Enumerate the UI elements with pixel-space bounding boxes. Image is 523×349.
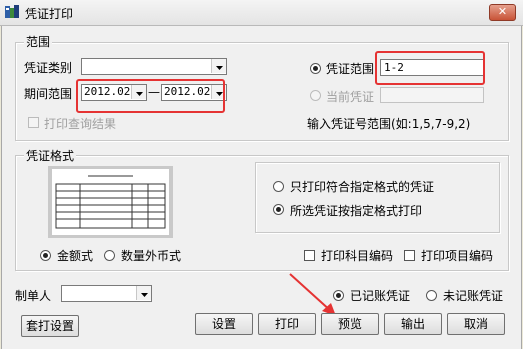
posted-label: 已记账凭证	[350, 289, 411, 303]
print-button[interactable]: 打印	[258, 313, 316, 335]
voucher-range-radio[interactable]	[310, 63, 321, 74]
print-query-result-label: 打印查询结果	[44, 117, 117, 131]
voucher-range-highlight-box	[375, 51, 485, 85]
current-voucher-input[interactable]	[380, 87, 484, 103]
period-range-label: 期间范围	[24, 87, 73, 101]
close-icon: ✕	[497, 5, 508, 18]
foreign-qty-style-radio[interactable]	[104, 250, 115, 261]
cancel-button[interactable]: 取消	[447, 313, 505, 335]
print-item-code-checkbox[interactable]	[404, 250, 415, 261]
app-icon	[4, 4, 20, 20]
window-title: 凭证打印	[25, 7, 74, 21]
print-subject-code-label: 打印科目编码	[321, 249, 394, 263]
print-item-code-label: 打印项目编码	[421, 249, 494, 263]
preview-button[interactable]: 预览	[321, 313, 379, 335]
settings-button[interactable]: 设置	[195, 313, 253, 335]
export-button[interactable]: 输出	[384, 313, 442, 335]
unposted-label: 未记账凭证	[443, 289, 504, 303]
maker-dropdown-button[interactable]	[136, 286, 151, 300]
close-button[interactable]: ✕	[489, 4, 516, 21]
format-group-label: 凭证格式	[24, 147, 77, 164]
amount-style-label: 金额式	[57, 249, 94, 263]
unposted-radio[interactable]	[426, 290, 437, 301]
format-preview-image	[48, 166, 173, 238]
period-highlight-box	[76, 79, 225, 113]
only-matching-radio[interactable]	[273, 181, 284, 192]
current-voucher-radio[interactable]	[310, 90, 321, 101]
range-hint-text: 输入凭证号范围(如:1,5,7-9,2)	[307, 117, 471, 131]
foreign-qty-style-label: 数量外币式	[121, 249, 182, 263]
voucher-type-dropdown-button[interactable]	[211, 59, 226, 73]
range-group-label: 范围	[24, 33, 53, 50]
voucher-type-select[interactable]	[81, 58, 227, 75]
print-query-result-checkbox[interactable]	[28, 117, 39, 128]
voucher-layout-icon	[52, 169, 169, 235]
amount-style-radio[interactable]	[40, 250, 51, 261]
print-subject-code-checkbox[interactable]	[304, 250, 315, 261]
all-selected-label: 所选凭证按指定格式打印	[290, 204, 423, 218]
voucher-range-label: 凭证范围	[326, 62, 375, 76]
title-bar	[0, 0, 523, 26]
maker-label: 制单人	[15, 289, 52, 303]
template-settings-button[interactable]: 套打设置	[21, 315, 79, 337]
chevron-down-icon	[215, 66, 223, 70]
format-options-box	[255, 162, 500, 233]
voucher-type-label: 凭证类别	[24, 61, 73, 75]
only-matching-label: 只打印符合指定格式的凭证	[290, 180, 435, 194]
all-selected-radio[interactable]	[273, 204, 284, 215]
chevron-down-icon	[140, 293, 148, 297]
current-voucher-label: 当前凭证	[326, 90, 375, 104]
